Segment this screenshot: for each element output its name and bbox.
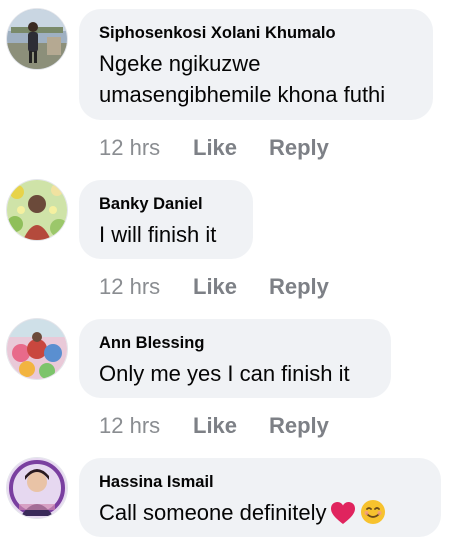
comment-author[interactable]: Siphosenkosi Xolani Khumalo	[99, 22, 413, 44]
avatar[interactable]	[7, 180, 67, 240]
comment-bubble: Siphosenkosi Xolani Khumalo Ngeke ngikuz…	[79, 9, 433, 120]
reply-button[interactable]: Reply	[269, 413, 329, 439]
red-heart-icon	[330, 501, 356, 533]
like-button[interactable]: Like	[193, 135, 269, 161]
profile-photo-person-outdoors-icon	[7, 9, 67, 69]
comment-bubble: Hassina Ismail Call someone definitely	[79, 458, 441, 537]
comment-bubble: Banky Daniel I will finish it	[79, 180, 253, 259]
profile-photo-colorful-group-icon	[7, 319, 67, 379]
comment-text: Call someone definitely	[99, 500, 327, 525]
comment-timestamp[interactable]: 12 hrs	[99, 274, 193, 300]
avatar[interactable]	[7, 458, 67, 518]
comment-text-line: Only me yes I can finish it	[99, 361, 350, 386]
reply-button[interactable]: Reply	[269, 274, 329, 300]
comment-author[interactable]: Ann Blessing	[99, 332, 371, 354]
comment-actions: 12 hrs Like Reply	[99, 413, 329, 439]
reply-button[interactable]: Reply	[269, 135, 329, 161]
comment-author[interactable]: Hassina Ismail	[99, 471, 421, 493]
comment-timestamp[interactable]: 12 hrs	[99, 135, 193, 161]
avatar[interactable]	[7, 9, 67, 69]
comment-text-line: Ngeke ngikuzwe	[99, 51, 261, 76]
comment-actions: 12 hrs Like Reply	[99, 274, 329, 300]
comment-text-line: I will finish it	[99, 222, 217, 247]
profile-photo-person-flowers-icon	[7, 180, 67, 240]
like-button[interactable]: Like	[193, 274, 269, 300]
like-button[interactable]: Like	[193, 413, 269, 439]
comment-actions: 12 hrs Like Reply	[99, 135, 329, 161]
comment-text-line: umasengibhemile khona futhi	[99, 82, 386, 107]
comment-text-line: Call someone definitely	[99, 497, 421, 533]
smiling-face-icon	[360, 499, 386, 533]
comment-bubble: Ann Blessing Only me yes I can finish it	[79, 319, 391, 398]
comment-author[interactable]: Banky Daniel	[99, 193, 233, 215]
profile-photo-person-portrait-icon	[7, 458, 67, 518]
comment-timestamp[interactable]: 12 hrs	[99, 413, 193, 439]
avatar[interactable]	[7, 319, 67, 379]
